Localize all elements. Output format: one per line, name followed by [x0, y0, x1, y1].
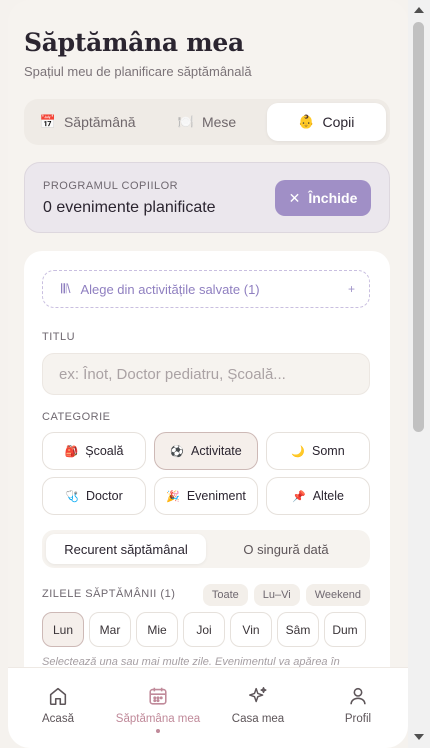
nav-acasa[interactable]: Acasă — [8, 668, 108, 748]
active-indicator — [156, 729, 160, 733]
sparkles-icon — [247, 685, 269, 707]
nav-saptamana-mea[interactable]: Săptămâna mea — [108, 668, 208, 748]
library-icon: 𝄃𝄃\ — [61, 281, 71, 296]
recurrence-toggle: Recurent săptămânal O singură dată — [42, 530, 370, 568]
nav-label: Profil — [344, 713, 372, 725]
category-eveniment[interactable]: 🎉 Eveniment — [154, 477, 258, 515]
tab-label: Săptămână — [63, 114, 136, 130]
saved-activities-button[interactable]: 𝄃𝄃\ Alege din activitățile salvate (1) + — [42, 270, 370, 308]
category-somn[interactable]: 🌙 Somn — [266, 432, 370, 470]
day-dum[interactable]: Dum — [324, 612, 366, 647]
event-form: 𝄃𝄃\ Alege din activitățile salvate (1) +… — [24, 251, 390, 691]
tab-mese[interactable]: 🍽️ Mese — [147, 103, 266, 141]
tab-label: Copii — [322, 114, 355, 130]
category-label-text: Doctor — [85, 489, 123, 503]
app-page: Săptămâna mea Spațiul meu de planificare… — [8, 0, 408, 748]
tab-label: Mese — [201, 114, 237, 130]
backpack-icon: 🎒 — [64, 445, 79, 458]
category-scoala[interactable]: 🎒 Școală — [42, 432, 146, 470]
nav-profil[interactable]: Profil — [308, 668, 408, 748]
moon-icon: 🌙 — [291, 445, 306, 458]
category-label: CATEGORIE — [42, 411, 111, 423]
category-label-text: Altele — [312, 489, 344, 503]
day-sam[interactable]: Sâm — [277, 612, 319, 647]
user-icon — [347, 685, 369, 707]
nav-casa-mea[interactable]: Casa mea — [208, 668, 308, 748]
baby-face-icon: 👶 — [298, 114, 315, 129]
scrollbar[interactable] — [408, 0, 430, 748]
close-button[interactable]: ✕ Închide — [275, 180, 371, 216]
scroll-down-icon[interactable] — [414, 734, 424, 740]
close-label: Închide — [308, 190, 358, 206]
page-title: Săptămâna mea — [24, 28, 244, 57]
plus-icon: + — [347, 282, 355, 296]
day-mar[interactable]: Mar — [89, 612, 131, 647]
category-label-text: Activitate — [190, 444, 242, 458]
party-icon: 🎉 — [166, 490, 180, 503]
day-joi[interactable]: Joi — [183, 612, 225, 647]
category-doctor[interactable]: 🩺 Doctor — [42, 477, 146, 515]
category-activitate[interactable]: ⚽ Activitate — [154, 432, 258, 470]
pin-icon: 📌 — [292, 490, 306, 503]
view-tabs: 📅 Săptămână 🍽️ Mese 👶 Copii — [24, 99, 390, 145]
scrollbar-thumb[interactable] — [413, 22, 424, 432]
category-grid: 🎒 Școală ⚽ Activitate 🌙 Somn 🩺 Doctor 🎉 … — [42, 432, 370, 515]
chip-weekend[interactable]: Weekend — [305, 584, 370, 606]
kids-schedule-card: PROGRAMUL COPIILOR 0 evenimente planific… — [24, 162, 390, 233]
tab-saptamana[interactable]: 📅 Săptămână — [28, 103, 147, 141]
saved-activities-label: Alege din activitățile salvate (1) — [80, 281, 260, 297]
nav-label: Casa mea — [231, 713, 285, 725]
days-label: ZILELE SĂPTĂMÂNII (1) — [42, 588, 176, 600]
tab-copii[interactable]: 👶 Copii — [266, 103, 386, 141]
quick-select-chips: Toate Lu–Vi Weekend — [202, 584, 370, 606]
close-icon: ✕ — [288, 189, 301, 206]
page-subtitle: Spațiul meu de planificare săptămânală — [24, 64, 252, 79]
chip-lu-vi[interactable]: Lu–Vi — [253, 584, 300, 606]
recurrence-once[interactable]: O singură dată — [206, 534, 366, 564]
day-vin[interactable]: Vin — [230, 612, 272, 647]
kids-schedule-label: PROGRAMUL COPIILOR — [43, 180, 179, 192]
bottom-nav: Acasă Săptămâna mea Casa mea Profil — [8, 667, 408, 748]
ball-icon: ⚽ — [170, 445, 184, 458]
title-input[interactable] — [42, 353, 370, 395]
day-mie[interactable]: Mie — [136, 612, 178, 647]
chip-toate[interactable]: Toate — [202, 584, 248, 606]
calendar-icon — [147, 685, 169, 707]
scroll-up-icon[interactable] — [414, 7, 424, 13]
nav-label: Acasă — [42, 713, 74, 725]
category-label-text: Școală — [85, 444, 124, 458]
category-altele[interactable]: 📌 Altele — [266, 477, 370, 515]
title-label: TITLU — [42, 331, 76, 343]
recurrence-weekly[interactable]: Recurent săptămânal — [46, 534, 206, 564]
stethoscope-icon: 🩺 — [65, 490, 79, 503]
category-label-text: Eveniment — [186, 489, 246, 503]
calendar-icon: 📅 — [39, 114, 56, 129]
nav-label: Săptămâna mea — [115, 713, 201, 725]
plate-icon: 🍽️ — [177, 114, 194, 129]
category-label-text: Somn — [312, 444, 345, 458]
home-icon — [47, 685, 69, 707]
day-lun[interactable]: Lun — [42, 612, 84, 647]
events-count: 0 evenimente planificate — [43, 199, 216, 216]
day-selector: Lun Mar Mie Joi Vin Sâm Dum — [42, 612, 366, 647]
